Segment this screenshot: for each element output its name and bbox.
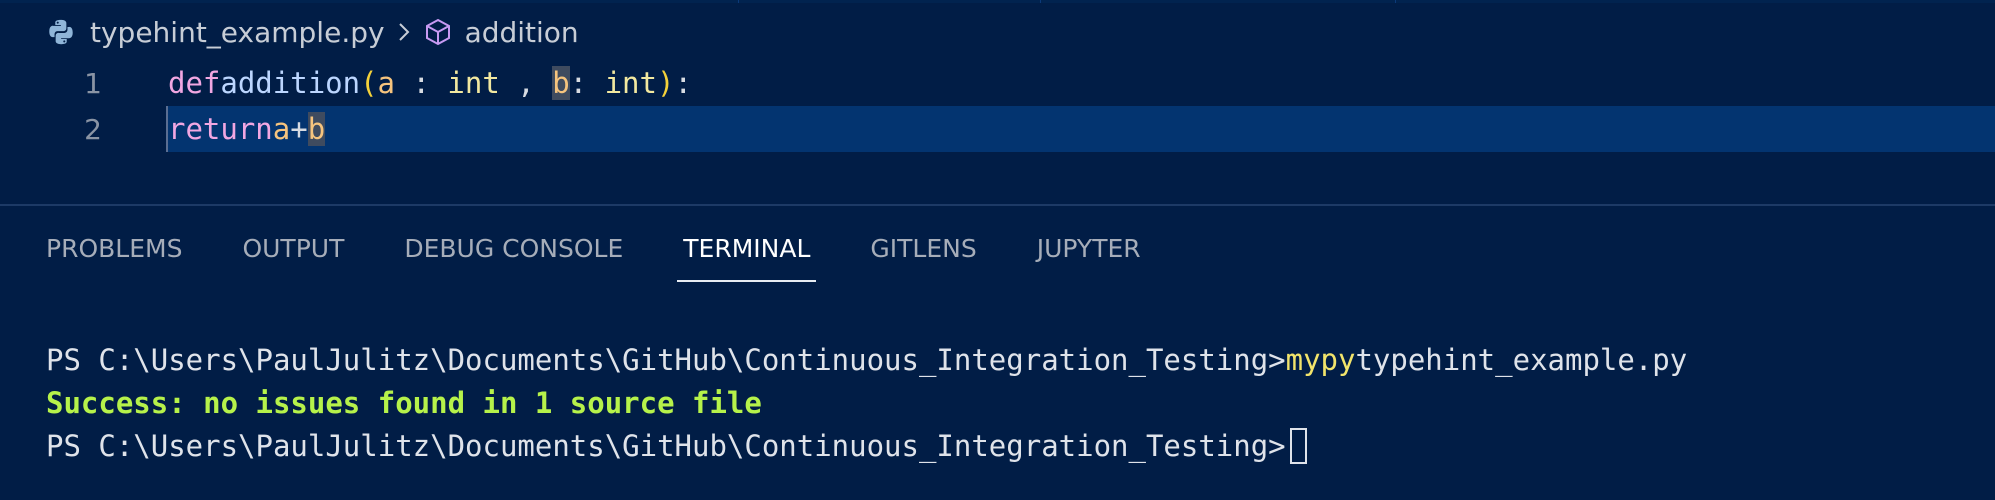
colon-token: : [395,66,448,100]
terminal-prompt: PS C:\Users\PaulJulitz\Documents\GitHub\… [46,428,1286,463]
terminal-prompt: PS C:\Users\PaulJulitz\Documents\GitHub\… [46,342,1286,377]
variable-b-highlighted: b [307,112,326,146]
breadcrumb-file[interactable]: typehint_example.py [90,16,385,49]
operator-plus: + [290,112,308,146]
type-int: int [604,66,657,100]
terminal-cursor[interactable] [1289,427,1307,464]
code-editor[interactable]: 1 def addition (a : int , b: int): 2 ret… [0,58,1995,158]
code-line-content: def addition (a : int , b: int): [168,60,692,106]
param-a: a [377,66,396,100]
type-int: int [447,66,500,100]
tab-output[interactable]: OUTPUT [242,222,344,282]
colon-token: : [569,66,605,100]
terminal-line: PS C:\Users\PaulJulitz\Documents\GitHub\… [46,338,1976,381]
tab-gitlens[interactable]: GITLENS [870,222,976,282]
close-paren: ) [656,66,675,100]
terminal-command-arg: typehint_example.py [1355,342,1688,377]
code-line-content: return a + b [168,106,326,152]
keyword-return: return [168,112,273,146]
param-b-highlighted: b [552,66,570,100]
breadcrumb: typehint_example.py addition [46,12,579,52]
function-name: addition [220,66,361,100]
line-number: 2 [84,112,102,146]
tab-terminal[interactable]: TERMINAL [677,222,817,282]
chevron-right-icon [398,23,409,41]
code-line: 1 def addition (a : int , b: int): [0,60,1995,106]
open-paren: ( [360,66,378,100]
code-line-current: 2 return a + b [0,106,1995,152]
current-line-highlight [168,106,1995,152]
tab-debug-console[interactable]: DEBUG CONSOLE [404,222,623,282]
python-file-icon [49,19,73,45]
success-message: Success: no issues found in 1 source fil… [46,385,762,420]
breadcrumb-symbol[interactable]: addition [465,16,579,49]
tab-problems[interactable]: PROBLEMS [46,222,182,282]
terminal-command: mypy [1285,342,1356,377]
keyword-def: def [168,66,221,100]
colon-token: : [674,66,692,100]
editor-tab-strip-edge [0,0,1995,3]
method-cube-icon [425,18,450,46]
tab-jupyter[interactable]: JUPYTER [1037,222,1141,282]
comma-token: , [499,66,553,100]
panel-tabs: PROBLEMS OUTPUT DEBUG CONSOLE TERMINAL G… [46,222,1201,282]
terminal-line: PS C:\Users\PaulJulitz\Documents\GitHub\… [46,424,1976,467]
line-number: 1 [84,66,102,100]
terminal-output[interactable]: PS C:\Users\PaulJulitz\Documents\GitHub\… [46,338,1976,467]
variable-a: a [272,112,291,146]
panel-divider[interactable] [0,204,1995,206]
terminal-line: Success: no issues found in 1 source fil… [46,381,1976,424]
